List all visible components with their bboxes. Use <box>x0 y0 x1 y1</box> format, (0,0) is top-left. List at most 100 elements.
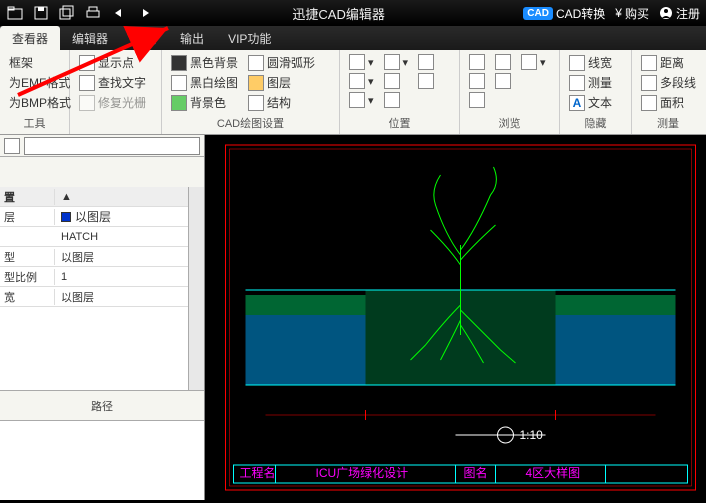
open-icon[interactable] <box>6 4 24 22</box>
drawing-canvas[interactable]: 1:10 工程名 ICU广场绿化设计 图名 4区大样图 <box>205 135 706 500</box>
register-link[interactable]: 注册 <box>659 5 700 22</box>
btn-emf[interactable]: 为EMF格式 <box>6 73 74 92</box>
svg-text:图名: 图名 <box>464 465 488 480</box>
redo-icon[interactable] <box>136 4 154 22</box>
layer-dropdown[interactable] <box>24 137 200 155</box>
app-title: 迅捷CAD编辑器 <box>154 4 523 23</box>
svg-text:4区大样图: 4区大样图 <box>526 465 581 480</box>
zoomout-icon <box>384 73 400 89</box>
table-row[interactable]: HATCH <box>0 227 188 247</box>
btn-br6[interactable]: ▾ <box>518 53 549 71</box>
btn-frame[interactable]: 框架 <box>6 53 74 72</box>
btn-fixraster[interactable]: 修复光栅 <box>76 93 149 112</box>
workspace: 置 ▲ 层以图层 HATCH 型以图层 型比例1 宽以图层 路径 <box>0 135 706 500</box>
tab-editor[interactable]: 编辑器 <box>60 26 120 51</box>
btn-pos4[interactable]: ▾ <box>381 53 412 71</box>
bw-icon <box>171 75 187 91</box>
move-icon <box>349 92 365 108</box>
btn-pos5[interactable] <box>381 72 412 90</box>
btn-pos8[interactable] <box>415 72 437 90</box>
btn-pos6[interactable] <box>381 91 412 109</box>
search-icon <box>79 75 95 91</box>
path-label: 路径 <box>0 390 204 420</box>
btn-polyline[interactable]: 多段线 <box>638 73 699 92</box>
menu-bar: 查看器 编辑器 高级 输出 VIP功能 <box>0 26 706 50</box>
btn-bgcolor[interactable]: 背景色 <box>168 93 241 112</box>
print-icon[interactable] <box>84 4 102 22</box>
ribbon: 框架 为EMF格式 为BMP格式 工具 显示点 查找文字 修复光栅 黑色背景 黑… <box>0 50 706 135</box>
cursor-icon <box>418 54 434 70</box>
btn-bwdraw[interactable]: 黑白绘图 <box>168 73 241 92</box>
properties-table: 置 ▲ 层以图层 HATCH 型以图层 型比例1 宽以图层 <box>0 187 188 390</box>
table-row[interactable]: 型比例1 <box>0 267 188 287</box>
btn-blackbg[interactable]: 黑色背景 <box>168 53 241 72</box>
btn-pos2[interactable]: ▾ <box>346 72 377 90</box>
cad-badge: CAD <box>523 7 553 20</box>
text-icon: A <box>569 95 585 111</box>
tab-output[interactable]: 输出 <box>168 26 216 51</box>
tab-vip[interactable]: VIP功能 <box>216 26 283 51</box>
group-label-hide: 隐藏 <box>566 114 625 131</box>
poly-icon <box>641 75 657 91</box>
btn-text[interactable]: A文本 <box>566 93 615 112</box>
color-icon <box>171 95 187 111</box>
btn-bmp[interactable]: 为BMP格式 <box>6 93 74 112</box>
zoom-icon <box>418 73 434 89</box>
layer-icon <box>248 75 264 91</box>
group-label-tools: 工具 <box>6 114 63 131</box>
btn-distance[interactable]: 距离 <box>638 53 699 72</box>
btn-area[interactable]: 面积 <box>638 93 699 112</box>
tab-viewer[interactable]: 查看器 <box>0 26 60 51</box>
table-row[interactable]: 宽以图层 <box>0 287 188 307</box>
table-row[interactable]: 层以图层 <box>0 207 188 227</box>
ruler-icon <box>569 75 585 91</box>
tab-advanced[interactable]: 高级 <box>120 26 168 51</box>
eye-icon <box>79 55 95 71</box>
cad-drawing: 1:10 工程名 ICU广场绿化设计 图名 4区大样图 <box>205 135 706 500</box>
btn-findtext[interactable]: 查找文字 <box>76 73 149 92</box>
group-label-pos: 位置 <box>346 114 453 131</box>
btn-br5[interactable] <box>492 72 514 90</box>
btn-br2[interactable] <box>466 72 488 90</box>
dist-icon <box>641 55 657 71</box>
nav2-icon <box>469 73 485 89</box>
btn-smootharc[interactable]: 圆滑弧形 <box>245 53 318 72</box>
scrollbar[interactable] <box>188 187 204 390</box>
save-icon[interactable] <box>32 4 50 22</box>
nav1-icon <box>469 54 485 70</box>
nav4-icon <box>495 54 511 70</box>
table-header: 置 ▲ <box>0 187 188 207</box>
btn-measure[interactable]: 测量 <box>566 73 615 92</box>
btn-showpoint[interactable]: 显示点 <box>76 53 149 72</box>
svg-text:ICU广场绿化设计: ICU广场绿化设计 <box>316 465 409 480</box>
scale-text: 1:10 <box>520 428 544 442</box>
btn-pos7[interactable] <box>415 53 437 71</box>
btn-pos1[interactable]: ▾ <box>346 53 377 71</box>
saveall-icon[interactable] <box>58 4 76 22</box>
table-row[interactable]: 型以图层 <box>0 247 188 267</box>
btn-br4[interactable] <box>492 53 514 71</box>
hand-icon <box>384 92 400 108</box>
color-swatch <box>61 212 71 222</box>
struct-icon <box>248 95 264 111</box>
btn-pos3[interactable]: ▾ <box>346 91 377 109</box>
buy-link[interactable]: ¥ 购买 <box>615 5 649 22</box>
zoomin-icon <box>384 54 400 70</box>
linew-icon <box>569 55 585 71</box>
btn-layer[interactable]: 图层 <box>245 73 318 92</box>
group-label-browse: 浏览 <box>466 114 553 131</box>
btn-br1[interactable] <box>466 53 488 71</box>
arc-icon <box>248 55 264 71</box>
group-label-meas: 测量 <box>638 114 698 131</box>
undo-icon[interactable] <box>110 4 128 22</box>
btn-struct[interactable]: 结构 <box>245 93 318 112</box>
btn-linewidth[interactable]: 线宽 <box>566 53 615 72</box>
path-content <box>0 420 204 500</box>
tool1-icon[interactable] <box>4 138 20 154</box>
group-label-cadset: CAD绘图设置 <box>168 114 333 131</box>
title-bar: 迅捷CAD编辑器 CADCAD转换 ¥ 购买 注册 <box>0 0 706 26</box>
cad-convert-link[interactable]: CADCAD转换 <box>523 5 605 22</box>
nav6-icon <box>521 54 537 70</box>
btn-br3[interactable] <box>466 91 488 109</box>
nav3-icon <box>469 92 485 108</box>
